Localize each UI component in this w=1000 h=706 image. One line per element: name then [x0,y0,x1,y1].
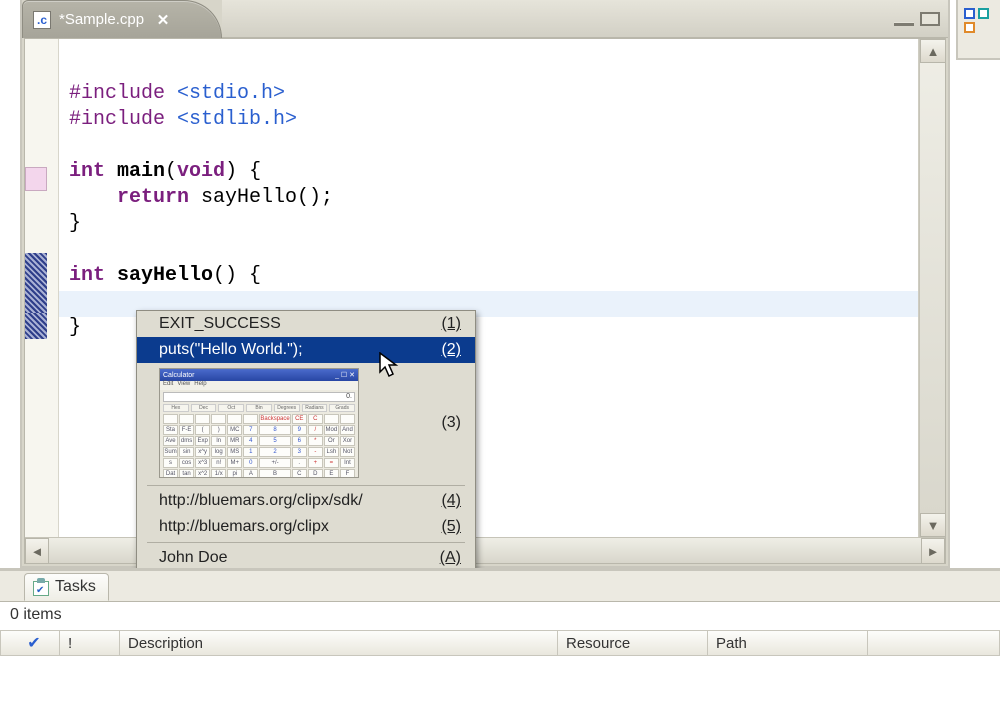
vertical-scrollbar[interactable]: ▲ ▼ [919,39,945,537]
col-description[interactable]: Description [120,630,558,656]
outer-chrome-right [956,0,1000,60]
maximize-button[interactable] [920,12,940,26]
code-text: void [177,160,225,183]
change-marker [25,167,47,191]
col-complete[interactable]: ✔ [0,630,60,656]
calculator-thumbnail: Calculator_ ☐ ✕ Edit View Help 0. HexDec… [159,368,359,478]
tasks-header: ✔ ! Description Resource Path [0,630,1000,656]
minimize-button[interactable] [894,22,914,26]
col-resource[interactable]: Resource [558,630,708,656]
close-icon[interactable]: ✕ [154,11,172,29]
code-text: #include [69,82,177,105]
popup-item[interactable]: EXIT_SUCCESS (1) [137,311,475,337]
tasks-panel: ✔ Tasks 0 items ✔ ! Description Resource… [0,568,1000,706]
code-text: } [69,316,81,339]
calc-menu: View [177,381,190,390]
col-path[interactable]: Path [708,630,868,656]
code-text: main [117,160,165,183]
code-text: } [69,212,81,235]
tasks-body: 0 items ✔ ! Description Resource Path [0,601,1000,706]
popup-item-label: http://bluemars.org/clipx/sdk/ [159,492,363,510]
code-text: sayHello [117,264,213,287]
popup-item-key: (A) [440,549,461,567]
gutter [25,39,59,537]
calc-keys: BackspaceCEC StaF-E()MC789/ModAnd Avedms… [163,414,355,478]
popup-separator [147,542,465,543]
scroll-right-button[interactable]: ► [921,538,945,564]
code-text: int [69,264,117,287]
selection-marker [25,313,47,339]
code-text: sayHello(); [201,186,333,209]
calc-menu: Edit [163,381,173,390]
popup-item-selected[interactable]: puts("Hello World."); (2) [137,337,475,363]
editor-tab-sample[interactable]: .c *Sample.cpp ✕ [22,0,222,38]
popup-item-label: EXIT_SUCCESS [159,315,281,333]
popup-item-label: http://bluemars.org/clipx [159,518,329,536]
popup-item[interactable]: http://bluemars.org/clipx/sdk/ (4) [137,488,475,514]
col-filler [868,630,1000,656]
scroll-down-button[interactable]: ▼ [920,513,945,537]
popup-item-key: (4) [441,492,461,510]
calc-menu: Help [194,381,206,390]
tasks-count: 0 items [4,604,114,628]
selection-marker [25,253,47,313]
code-text: return [69,186,201,209]
tasks-tab[interactable]: ✔ Tasks [24,573,109,601]
tasks-tab-label: Tasks [55,578,96,596]
editor-toolbar [222,0,948,38]
code-text: () { [213,264,261,287]
calc-display: 0. [163,392,355,402]
c-file-icon: .c [33,11,51,29]
tasks-icon: ✔ [33,578,49,596]
popup-item[interactable]: http://bluemars.org/clipx (5) [137,514,475,540]
scroll-left-button[interactable]: ◄ [25,538,49,564]
calc-title: Calculator [163,372,195,379]
code-text: ) { [225,160,261,183]
popup-item-label: John Doe [159,549,228,567]
popup-item-key: (3) [441,414,461,432]
popup-item-key: (2) [441,341,461,359]
popup-item-key: (5) [441,518,461,536]
popup-item-label: puts("Hello World."); [159,341,303,359]
code-text: <stdio.h> [177,82,285,105]
scroll-up-button[interactable]: ▲ [920,39,945,63]
col-priority[interactable]: ! [60,630,120,656]
popup-image-item[interactable]: Calculator_ ☐ ✕ Edit View Help 0. HexDec… [137,363,475,483]
popup-separator [147,485,465,486]
code-text: <stdlib.h> [177,108,297,131]
popup-item-key: (1) [441,315,461,333]
code-text: ( [165,160,177,183]
code-text: #include [69,108,177,131]
tab-title: *Sample.cpp [59,11,144,28]
code-text: int [69,160,117,183]
